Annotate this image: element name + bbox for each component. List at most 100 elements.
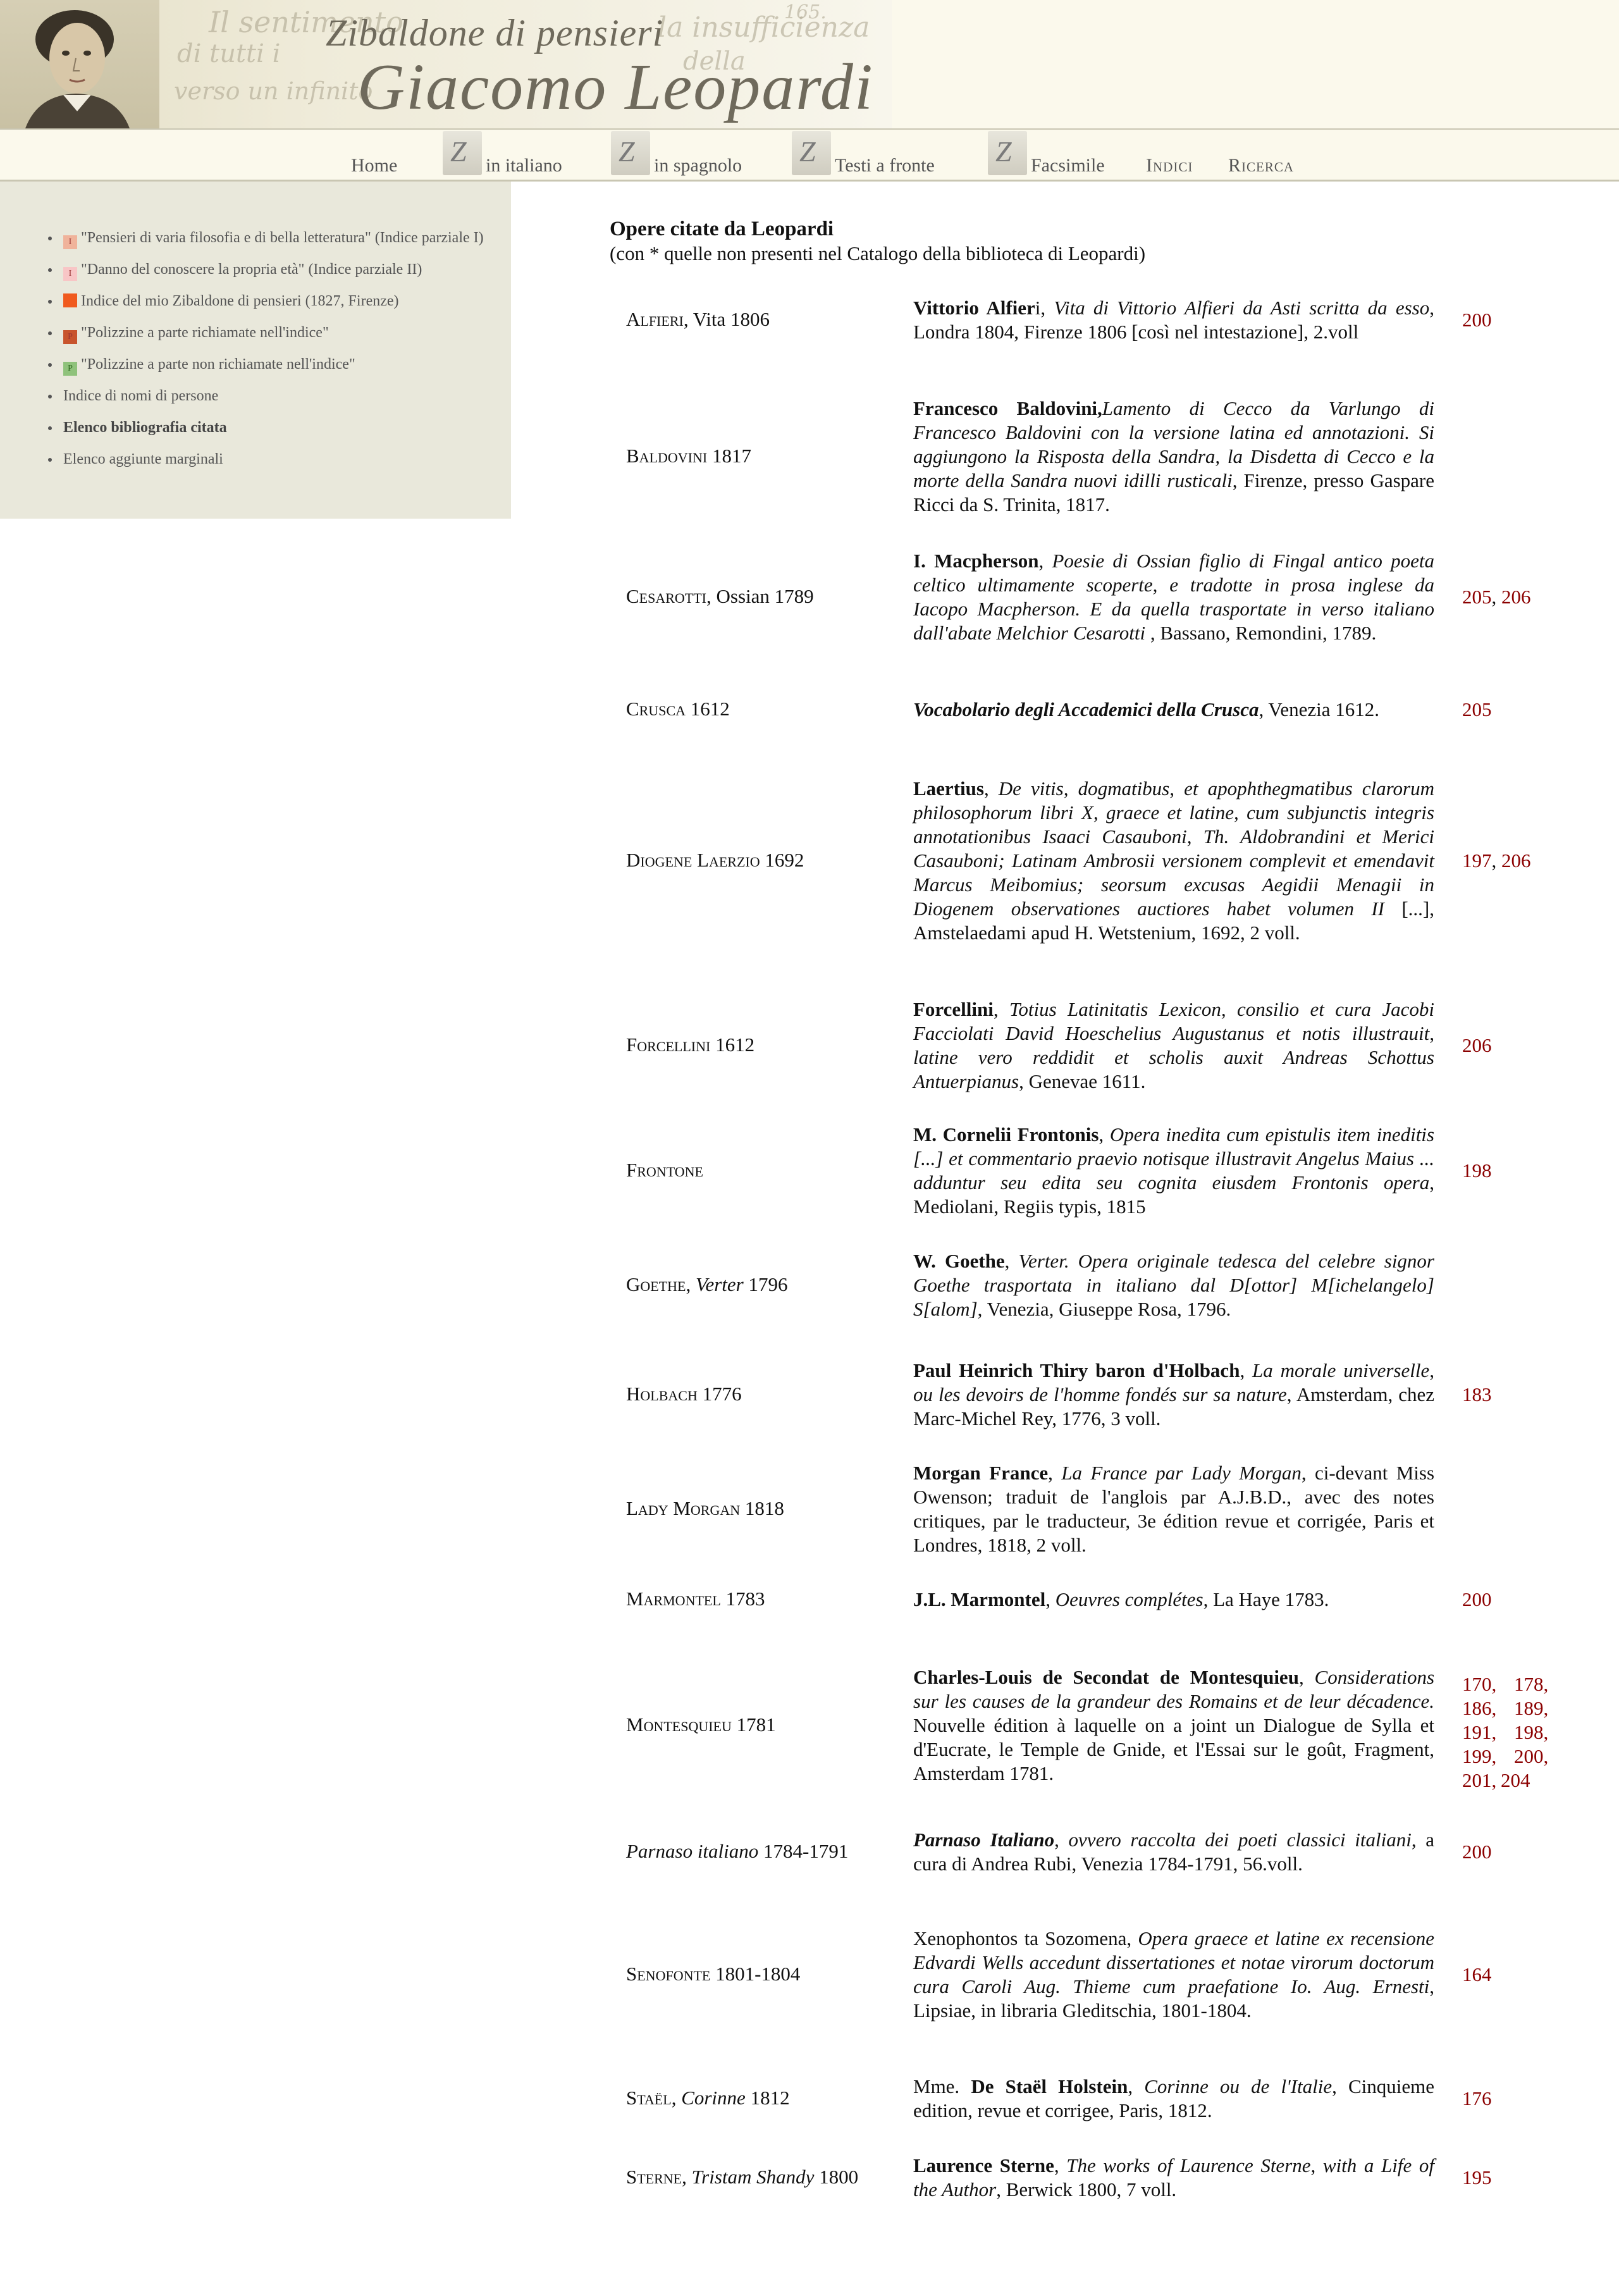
- citation-key: Montesquieu 1781: [626, 1713, 898, 1736]
- page-separator: ,: [1491, 586, 1501, 608]
- nav-facsimile[interactable]: Facsimile: [1031, 155, 1105, 176]
- sidebar: I "Pensieri di varia filosofia e di bella…: [0, 182, 511, 519]
- index-marker-icon: P: [63, 362, 77, 376]
- ref-text: 1812: [745, 2087, 790, 2109]
- ref-text: ,: [1048, 1462, 1062, 1484]
- ref-text: , Berwick 1800, 7 voll.: [996, 2178, 1177, 2200]
- sidebar-item-indice-zibaldone[interactable]: Indice del mio Zibaldone di pensieri (18…: [44, 285, 500, 317]
- page-link[interactable]: 204: [1501, 1768, 1530, 1793]
- key-surname: Alfieri: [626, 308, 684, 330]
- author-name: J.L. Marmontel: [913, 1588, 1046, 1610]
- sidebar-item-bibliografia-citata[interactable]: Elenco bibliografia citata: [44, 412, 500, 443]
- ref-text: i,: [1035, 297, 1054, 319]
- page-link[interactable]: 205: [1462, 698, 1492, 720]
- page-link[interactable]: 206: [1462, 1034, 1492, 1056]
- key-surname: Forcellini: [626, 1034, 711, 1056]
- nav-in-italiano[interactable]: in italiano: [486, 155, 562, 176]
- citation-key: Senofonte 1801-1804: [626, 1963, 898, 1985]
- page-link[interactable]: 197: [1462, 849, 1492, 872]
- zibaldone-z-icon[interactable]: Z: [443, 131, 482, 175]
- page-link[interactable]: 176: [1462, 2087, 1492, 2109]
- nav-indici[interactable]: Indici: [1146, 155, 1193, 176]
- nav-in-spagnolo[interactable]: in spagnolo: [654, 155, 742, 176]
- page-references: 198: [1462, 1159, 1557, 1183]
- manuscript-scribble: 165.: [784, 1, 827, 23]
- work-title: Vita di Vittorio Alfieri da Asti scritta…: [1054, 297, 1430, 319]
- sidebar-item-indice-nomi[interactable]: Indice di nomi di persone: [44, 380, 500, 412]
- page-references: 205: [1462, 698, 1557, 722]
- citation-key: Diogene Laerzio 1692: [626, 849, 898, 872]
- page-link[interactable]: 164: [1462, 1963, 1492, 1985]
- work-title: Verter: [695, 1273, 744, 1295]
- zibaldone-z-icon[interactable]: Z: [988, 131, 1027, 175]
- page-references: 200: [1462, 308, 1557, 332]
- page-link[interactable]: 206: [1501, 586, 1531, 608]
- nav-home[interactable]: Home: [351, 155, 397, 176]
- zibaldone-z-icon[interactable]: Z: [611, 131, 650, 175]
- key-surname: Goethe: [626, 1273, 686, 1295]
- sidebar-item-polizzine-richiamate[interactable]: P "Polizzine a parte richiamate nell'indi…: [44, 317, 500, 349]
- page-link[interactable]: 201,: [1462, 1768, 1496, 1793]
- page-title: Opere citate da Leopardi: [610, 218, 834, 240]
- ref-text: ,: [1240, 1359, 1253, 1381]
- bibliographic-reference: Morgan France, La France par Lady Morgan…: [913, 1461, 1434, 1557]
- page-link[interactable]: 200,: [1514, 1744, 1548, 1768]
- sidebar-item-label: Indice del mio Zibaldone di pensieri (18…: [81, 293, 399, 309]
- ref-text: 1800: [814, 2166, 859, 2188]
- page-link[interactable]: 186,: [1462, 1696, 1496, 1720]
- bibliographic-reference: I. Macpherson, Poesie di Ossian figlio d…: [913, 549, 1434, 645]
- page-link[interactable]: 199,: [1462, 1744, 1496, 1768]
- bibliographic-reference: Forcellini, Totius Latinitatis Lexicon, …: [913, 997, 1434, 1094]
- author-name: Forcellini: [913, 998, 994, 1020]
- key-surname: Lady Morgan: [626, 1497, 741, 1519]
- author-name: I. Macpherson: [913, 550, 1039, 572]
- bibliographic-reference: M. Cornelii Frontonis, Opera inedita cum…: [913, 1123, 1434, 1219]
- ref-text: ,: [1054, 1829, 1069, 1851]
- page-link[interactable]: 198: [1462, 1159, 1492, 1182]
- page-link[interactable]: 205: [1462, 586, 1492, 608]
- bibliographic-reference: Mme. De Staël Holstein, Corinne ou de l'…: [913, 2075, 1434, 2123]
- page-link[interactable]: 200: [1462, 1841, 1492, 1863]
- citation-key: Alfieri, Vita 1806: [626, 308, 898, 331]
- nav-testi-a-fronte[interactable]: Testi a fronte: [835, 155, 935, 176]
- nav-ricerca[interactable]: Ricerca: [1228, 155, 1294, 176]
- sidebar-item-aggiunte-marginali[interactable]: Elenco aggiunte marginali: [44, 443, 500, 475]
- page-link[interactable]: 189,: [1514, 1696, 1548, 1720]
- page-separator: ,: [1491, 849, 1501, 872]
- citation-key: Frontone: [626, 1159, 898, 1182]
- index-marker-icon: P: [63, 330, 77, 344]
- sidebar-item-indice-parziale-2[interactable]: I "Danno del conoscere la propria età" (I…: [44, 254, 500, 285]
- page-link[interactable]: 191,: [1462, 1720, 1496, 1744]
- page-references: 200: [1462, 1588, 1557, 1612]
- page-references: 164: [1462, 1963, 1557, 1987]
- ref-text: 1784-1791: [758, 1840, 849, 1862]
- sidebar-item-indice-parziale-1[interactable]: I "Pensieri di varia filosofia e di bella…: [44, 222, 500, 254]
- site-title[interactable]: Giacomo Leopardi: [357, 49, 874, 125]
- leopardi-portrait: [0, 0, 159, 128]
- work-title: Corinne ou de l'Italie: [1144, 2075, 1333, 2097]
- page-link[interactable]: 178,: [1514, 1672, 1548, 1696]
- page-link[interactable]: 200: [1462, 1588, 1492, 1610]
- page-link[interactable]: 200: [1462, 309, 1492, 331]
- zibaldone-z-icon[interactable]: Z: [792, 131, 831, 175]
- sidebar-item-label: "Polizzine a parte non richiamate nell'i…: [81, 356, 355, 373]
- portrait-drawing: [25, 10, 130, 128]
- bibliographic-reference: Francesco Baldovini,Lamento di Cecco da …: [913, 397, 1434, 517]
- ref-text: ,: [1054, 2154, 1067, 2176]
- page-link[interactable]: 195: [1462, 2166, 1492, 2188]
- ref-text: , La Haye 1783.: [1203, 1588, 1329, 1610]
- ref-text: , Vita 1806: [683, 308, 770, 330]
- manuscript-scribble: verso un infinito: [174, 77, 373, 105]
- citation-key: Staël, Corinne 1812: [626, 2087, 898, 2109]
- page-link[interactable]: 183: [1462, 1383, 1492, 1405]
- citation-key: Holbach 1776: [626, 1383, 898, 1405]
- ref-text: ,: [1128, 2075, 1145, 2097]
- page-link[interactable]: 170,: [1462, 1672, 1496, 1696]
- sidebar-item-polizzine-non-richiamate[interactable]: P "Polizzine a parte non richiamate nell'…: [44, 349, 500, 380]
- page-link[interactable]: 198,: [1514, 1720, 1548, 1744]
- citation-key: Lady Morgan 1818: [626, 1497, 898, 1520]
- ref-text: 1612: [710, 1034, 755, 1056]
- page-link[interactable]: 206: [1501, 849, 1531, 872]
- work-title: La France par Lady Morgan: [1061, 1462, 1302, 1484]
- ref-text: ,: [1045, 1588, 1056, 1610]
